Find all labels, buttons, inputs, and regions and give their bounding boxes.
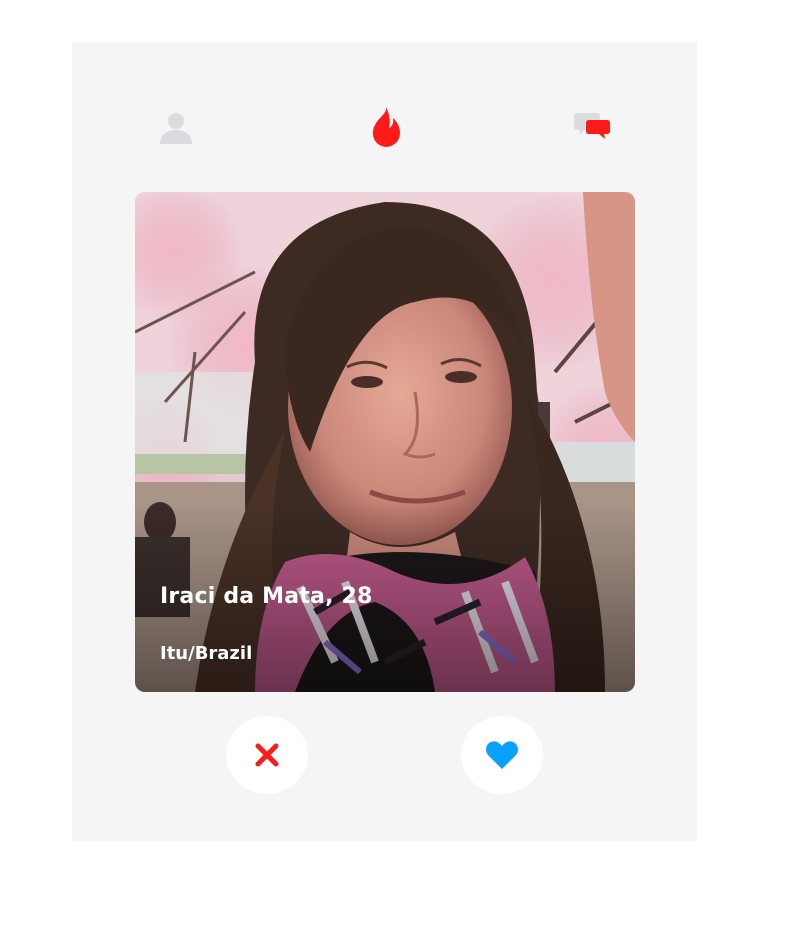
messages-button[interactable] — [574, 110, 614, 144]
dislike-button[interactable] — [226, 716, 308, 794]
app-panel: Iraci da Mata, 28 Itu/Brazil — [72, 42, 697, 841]
like-button[interactable] — [461, 716, 543, 794]
home-button[interactable] — [369, 106, 403, 148]
profile-name-age: Iraci da Mata, 28 — [160, 584, 373, 609]
user-icon — [160, 113, 192, 144]
x-icon — [255, 743, 279, 767]
profile-location: Itu/Brazil — [160, 643, 253, 664]
profile-card[interactable]: Iraci da Mata, 28 Itu/Brazil — [135, 192, 635, 692]
profile-button[interactable] — [158, 110, 194, 146]
heart-icon — [486, 741, 518, 769]
flame-icon — [372, 107, 400, 147]
chat-bubbles-icon — [574, 113, 610, 139]
